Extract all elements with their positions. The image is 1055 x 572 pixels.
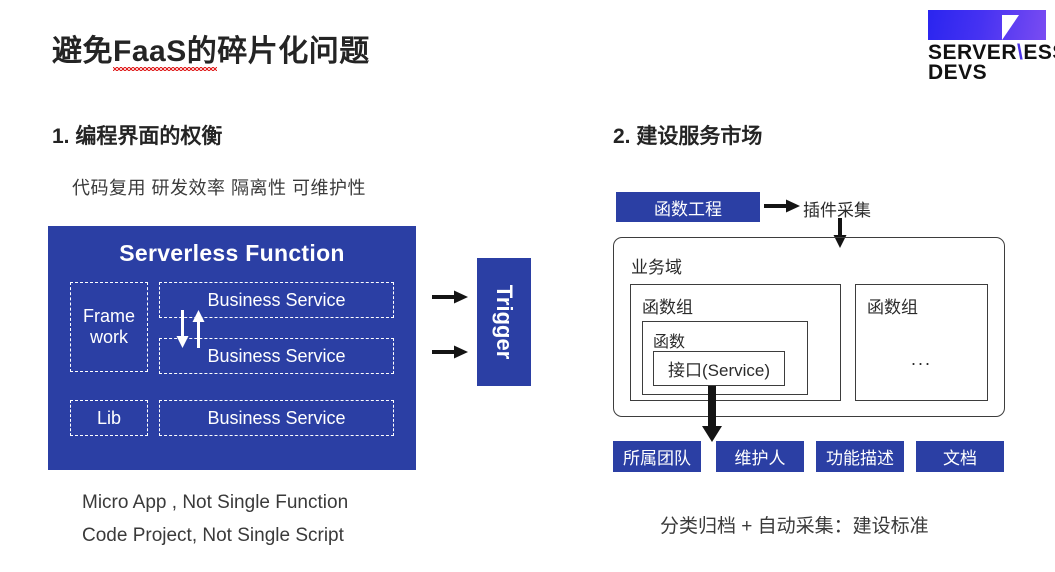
function-group-box-left: 函数组 函数 接口(Service) <box>630 284 841 401</box>
ellipsis-label: ... <box>910 349 932 369</box>
framework-box: Frame work <box>70 282 148 372</box>
business-domain-label: 业务域 <box>631 258 682 277</box>
service-interface-label: 接口(Service) <box>667 361 770 380</box>
attribute-chip-team-label: 所属团队 <box>623 449 691 468</box>
attribute-chip-owner: 维护人 <box>716 441 804 472</box>
arrow-to-trigger-icon-1 <box>432 290 468 304</box>
function-box: 函数 接口(Service) <box>642 321 808 395</box>
business-service-label-3: Business Service <box>207 407 346 428</box>
attribute-chip-description: 功能描述 <box>816 441 904 472</box>
function-project-label: 函数工程 <box>654 199 722 219</box>
section2-heading: 2. 建设服务市场 <box>613 125 763 148</box>
function-project-chip: 函数工程 <box>616 192 760 222</box>
arrow-to-plugin-icon <box>764 199 800 213</box>
framework-label-line2: work <box>89 327 128 347</box>
section1-caption-1: Micro App , Not Single Function <box>82 492 349 513</box>
attribute-chip-description-label: 功能描述 <box>826 449 894 468</box>
service-interface-box: 接口(Service) <box>653 351 785 386</box>
section1-caption-2: Code Project, Not Single Script <box>82 525 344 546</box>
serverless-devs-logo: SERVER\ESS DEVS <box>928 10 1055 84</box>
attribute-chip-owner-label: 维护人 <box>734 449 786 468</box>
attribute-chip-document-label: 文档 <box>943 449 977 468</box>
logo-text-devs: DEVS <box>928 61 988 84</box>
trigger-box: Trigger <box>477 258 531 386</box>
logo-gradient-mark <box>928 10 1046 40</box>
bidirectional-arrows-icon <box>176 310 205 348</box>
logo-text-ess: ESS <box>1023 41 1055 64</box>
attribute-chip-team: 所属团队 <box>613 441 701 472</box>
serverless-function-panel: Serverless Function Frame work Business … <box>48 226 416 470</box>
section1-heading: 1. 编程界面的权衡 <box>52 125 223 148</box>
page-title: 避免FaaS的碎片化问题 <box>52 26 370 71</box>
section2-caption: 分类归档 + 自动采集：建设标准 <box>660 516 929 537</box>
function-group-label-right: 函数组 <box>867 298 918 317</box>
title-spellcheck-segment: FaaS的 <box>113 26 218 71</box>
business-service-label-1: Business Service <box>207 289 346 310</box>
section1-subtitle: 代码复用 研发效率 隔离性 可维护性 <box>72 178 367 198</box>
attribute-chip-document: 文档 <box>916 441 1004 472</box>
arrow-to-trigger-icon-2 <box>432 345 468 359</box>
function-group-label-left: 函数组 <box>642 298 693 317</box>
function-group-box-right: 函数组 ... <box>855 284 988 401</box>
slide-canvas: SERVER\ESS DEVS 避免FaaS的碎片化问题 1. 编程界面的权衡 … <box>0 0 1055 572</box>
logo-triangle-notch-icon <box>1002 15 1019 40</box>
framework-label-line1: Frame <box>82 306 135 326</box>
function-label: 函数 <box>653 334 686 351</box>
trigger-label: Trigger <box>492 284 517 360</box>
arrow-down-to-attributes-icon <box>702 386 722 442</box>
title-suffix: 碎片化问题 <box>217 35 370 68</box>
logo-wordmark: SERVER\ESS DEVS <box>928 42 1055 84</box>
business-service-box-3: Business Service <box>159 400 394 436</box>
lib-label: Lib <box>96 407 122 428</box>
business-service-label-2: Business Service <box>207 345 346 366</box>
business-domain-box: 业务域 函数组 函数 接口(Service) 函数组 ... <box>613 237 1005 417</box>
lib-box: Lib <box>70 400 148 436</box>
serverless-function-title: Serverless Function <box>119 240 345 266</box>
title-prefix: 避免 <box>52 35 113 68</box>
